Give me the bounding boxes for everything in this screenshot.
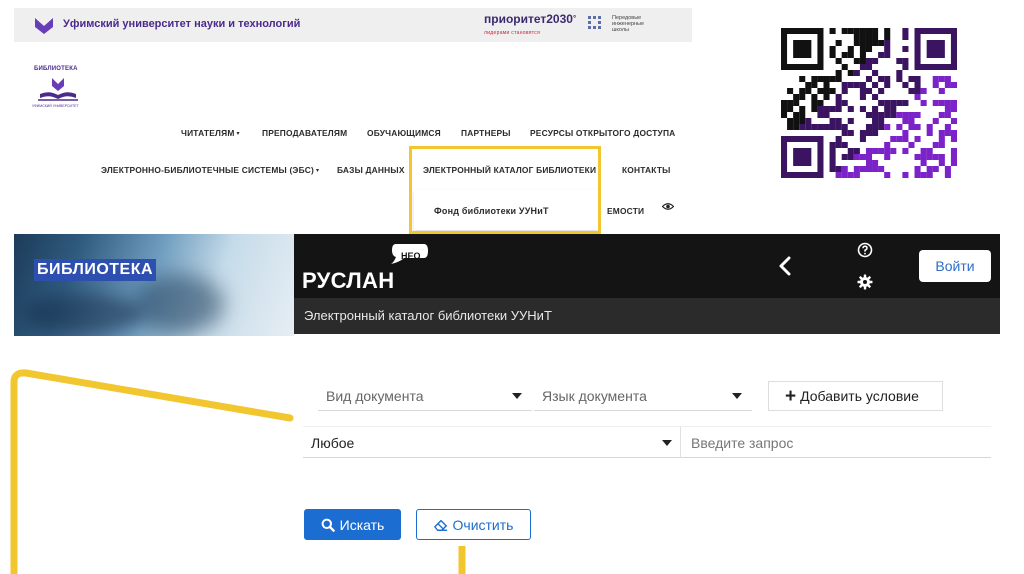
library-logo-caption: БИБЛИОТЕКА [34, 66, 78, 72]
clear-button-label: Очистить [452, 516, 514, 533]
nav-item-contacts[interactable]: КОНТАКТЫ [622, 165, 671, 175]
gear-icon[interactable] [857, 274, 873, 290]
search-button-label: Искать [339, 516, 385, 533]
chevron-down-icon: ▾ [315, 168, 320, 174]
login-button[interactable]: Войти [919, 250, 991, 282]
banner-title: БИБЛИОТЕКА [34, 259, 157, 281]
priority2030-slogan: лидерами становятся [484, 30, 541, 36]
search-icon [321, 518, 335, 532]
nav-item-databases[interactable]: БАЗЫ ДАННЫХ [337, 165, 405, 175]
peis-logo-icon [588, 16, 601, 29]
qr-code-icon [781, 28, 957, 178]
doc-type-placeholder: Вид документа [326, 387, 424, 404]
peis-line: школы [612, 27, 629, 33]
add-condition-label: Добавить условие [800, 388, 919, 404]
chevron-left-icon[interactable] [778, 256, 792, 276]
university-name[interactable]: Уфимский университет науки и технологий [63, 18, 300, 30]
banner-decoration [24, 294, 144, 334]
nav-item-label: ЭЛЕКТРОННО-БИБЛИОТЕЧНЫЕ СИСТЕМЫ (ЭБС) [101, 165, 314, 175]
nav-item-ebs[interactable]: ЭЛЕКТРОННО-БИБЛИОТЕЧНЫЕ СИСТЕМЫ (ЭБС) ▾ [101, 165, 319, 175]
nav-item-open-resources[interactable]: РЕСУРСЫ ОТКРЫТОГО ДОСТУПА [530, 128, 675, 138]
peis-caption: Передовые инженерные школы [612, 15, 644, 33]
catalog-title-bar: Электронный каталог библиотеки УУНиТ [294, 298, 1000, 334]
nav-item-label: ЧИТАТЕЛЯМ [181, 128, 235, 138]
search-field-value: Любое [311, 435, 355, 451]
priority2030-text: приоритет2030 [484, 12, 573, 26]
library-logo-subcaption: УФИМСКИЙ УНИВЕРСИТЕТ [32, 104, 79, 108]
highlight-frame [409, 146, 601, 234]
eye-icon[interactable] [662, 202, 674, 211]
query-row: Любое [303, 426, 991, 458]
qr-code [762, 14, 976, 190]
nav-item-readers[interactable]: ЧИТАТЕЛЯМ ▾ [181, 128, 240, 138]
caret-down-icon [732, 393, 742, 399]
plus-icon: + [785, 385, 797, 407]
neo-badge: НЕО [401, 251, 421, 261]
library-logo[interactable]: БИБЛИОТЕКА УФИМСКИЙ УНИВЕРСИТЕТ [32, 66, 84, 114]
eraser-icon [433, 519, 447, 531]
priority2030-logo[interactable]: приоритет2030° лидерами становятся [484, 13, 576, 39]
doc-type-select[interactable]: Вид документа [318, 381, 532, 411]
help-icon[interactable] [857, 242, 873, 258]
ruslan-logo[interactable]: РУСЛАН [302, 268, 394, 294]
university-logo-icon [35, 18, 53, 34]
priority2030-sup: ° [572, 14, 577, 23]
search-query-input[interactable] [683, 427, 991, 458]
nav-item-partners[interactable]: ПАРТНЕРЫ [461, 128, 511, 138]
search-field-select[interactable]: Любое [303, 427, 681, 458]
doc-language-placeholder: Язык документа [542, 387, 647, 404]
chevron-down-icon: ▾ [236, 131, 240, 137]
nav-item-students[interactable]: ОБУЧАЮЩИМСЯ [367, 128, 441, 138]
clear-button[interactable]: Очистить [416, 509, 531, 540]
catalog-title: Электронный каталог библиотеки УУНиТ [304, 308, 552, 323]
nav-item-partial[interactable]: ЕМОСТИ [607, 206, 644, 216]
nav-item-teachers[interactable]: ПРЕПОДАВАТЕЛЯМ [262, 128, 347, 138]
doc-language-select[interactable]: Язык документа [534, 381, 752, 411]
banner-decoration [134, 274, 224, 334]
search-button[interactable]: Искать [304, 509, 401, 540]
caret-down-icon [662, 440, 672, 446]
caret-down-icon [512, 393, 522, 399]
open-book-icon [38, 78, 78, 101]
nav-row-1: ЧИТАТЕЛЯМ ▾ ПРЕПОДАВАТЕЛЯМ ОБУЧАЮЩИМСЯ ПА… [0, 128, 700, 140]
add-condition-button[interactable]: + Добавить условие [768, 381, 943, 411]
library-banner: БИБЛИОТЕКА [14, 234, 294, 336]
ruslan-header: НЕО РУСЛАН Войти [294, 234, 1000, 298]
university-header: Уфимский университет науки и технологий … [14, 8, 692, 42]
